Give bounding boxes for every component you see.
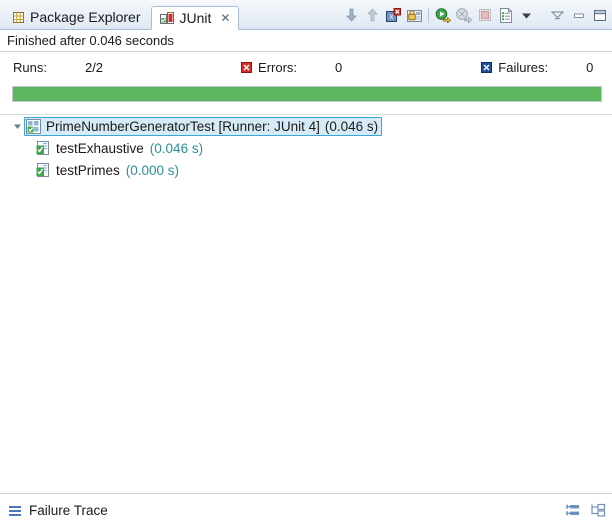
test-progress-bar — [12, 86, 602, 102]
view-tab-bar: Package Explorer JUnit ✕ x — [0, 0, 612, 30]
maximize-button[interactable] — [589, 5, 610, 25]
status-text: Finished after 0.046 seconds — [7, 33, 174, 48]
test-case-time: (0.000 s) — [125, 162, 180, 178]
error-marker-icon — [241, 61, 253, 73]
stop-icon — [478, 8, 492, 22]
junit-view: Package Explorer JUnit ✕ x Finished afte… — [0, 0, 612, 526]
rerun-test-button[interactable] — [432, 5, 453, 25]
test-run-history-icon — [499, 7, 513, 23]
test-case-time: (0.046 s) — [149, 140, 204, 156]
test-case-row[interactable]: testPrimes (0.000 s) — [34, 163, 179, 178]
counter-panel: Runs: 2/2 Errors: 0 Failures: 0 — [0, 52, 612, 82]
rerun-failed-tests-icon — [455, 7, 472, 23]
show-failures-only-button[interactable]: x — [383, 5, 404, 25]
failure-trace-title: Failure Trace — [29, 503, 108, 518]
runs-value: 2/2 — [84, 59, 104, 75]
compare-results-button[interactable] — [564, 502, 581, 519]
rerun-test-icon — [435, 7, 451, 23]
errors-counter: Errors: 0 — [241, 60, 342, 75]
failure-trace-toolbar — [564, 495, 606, 526]
test-case-name: testPrimes — [56, 162, 120, 178]
test-suite-ok-icon — [26, 118, 41, 134]
status-line: Finished after 0.046 seconds — [0, 30, 612, 52]
tab-package-explorer[interactable]: Package Explorer — [4, 5, 149, 29]
test-suite-row-selected[interactable]: PrimeNumberGeneratorTest [Runner: JUnit … — [24, 116, 383, 136]
package-explorer-icon — [12, 11, 25, 24]
scroll-lock-button[interactable] — [404, 5, 425, 25]
arrow-up-icon — [366, 8, 379, 22]
tab-package-explorer-label: Package Explorer — [30, 9, 141, 25]
toolbar-separator — [428, 7, 429, 23]
svg-text:x: x — [390, 12, 394, 21]
show-failures-only-icon: x — [386, 7, 401, 23]
test-progress-fill — [13, 87, 601, 101]
test-suite-name: PrimeNumberGeneratorTest [Runner: JUnit … — [46, 118, 320, 134]
junit-icon — [159, 11, 175, 25]
test-suite-time: (0.046 s) — [324, 118, 379, 134]
test-ok-icon — [36, 163, 50, 177]
table-row[interactable]: testPrimes (0.000 s) — [0, 159, 612, 181]
errors-label: Errors: — [258, 59, 298, 75]
maximize-icon — [593, 9, 607, 22]
progress-bar-area — [0, 82, 612, 106]
table-row[interactable]: PrimeNumberGeneratorTest [Runner: JUnit … — [0, 115, 612, 137]
failure-trace-panel: Failure Trace — [0, 495, 612, 526]
compare-results-icon — [565, 503, 581, 518]
test-case-row[interactable]: testExhaustive (0.046 s) — [34, 141, 203, 156]
test-result-tree[interactable]: PrimeNumberGeneratorTest [Runner: JUnit … — [0, 114, 612, 494]
scroll-lock-icon — [407, 8, 422, 23]
test-run-history-button[interactable] — [495, 5, 516, 25]
rerun-failed-tests-button[interactable] — [453, 5, 474, 25]
arrow-down-icon — [345, 8, 358, 22]
view-toolbar: x — [341, 4, 610, 26]
history-dropdown-button[interactable] — [516, 5, 537, 25]
test-case-name: testExhaustive — [56, 140, 144, 156]
table-row[interactable]: testExhaustive (0.046 s) — [0, 137, 612, 159]
previous-failure-button[interactable] — [362, 5, 383, 25]
errors-value: 0 — [335, 59, 343, 75]
tab-junit-label: JUnit — [179, 10, 212, 26]
view-menu-button[interactable] — [547, 5, 568, 25]
test-ok-icon — [36, 141, 50, 155]
failure-marker-icon — [481, 61, 493, 73]
failures-counter: Failures: 0 — [481, 60, 593, 75]
failure-trace-icon — [8, 505, 22, 517]
view-menu-icon — [551, 10, 564, 21]
minimize-icon — [572, 10, 586, 21]
failures-label: Failures: — [498, 59, 549, 75]
stop-button[interactable] — [474, 5, 495, 25]
runs-counter: Runs: 2/2 — [13, 60, 103, 75]
close-icon[interactable]: ✕ — [220, 12, 230, 24]
next-failure-button[interactable] — [341, 5, 362, 25]
minimize-button[interactable] — [568, 5, 589, 25]
filter-stack-trace-icon — [590, 503, 606, 518]
tab-junit[interactable]: JUnit ✕ — [150, 6, 240, 30]
expand-collapse-arrow-icon[interactable] — [10, 122, 24, 131]
runs-label: Runs: — [13, 59, 47, 75]
filter-stack-trace-button[interactable] — [589, 502, 606, 519]
chevron-down-icon — [521, 10, 532, 21]
failures-value: 0 — [586, 59, 594, 75]
